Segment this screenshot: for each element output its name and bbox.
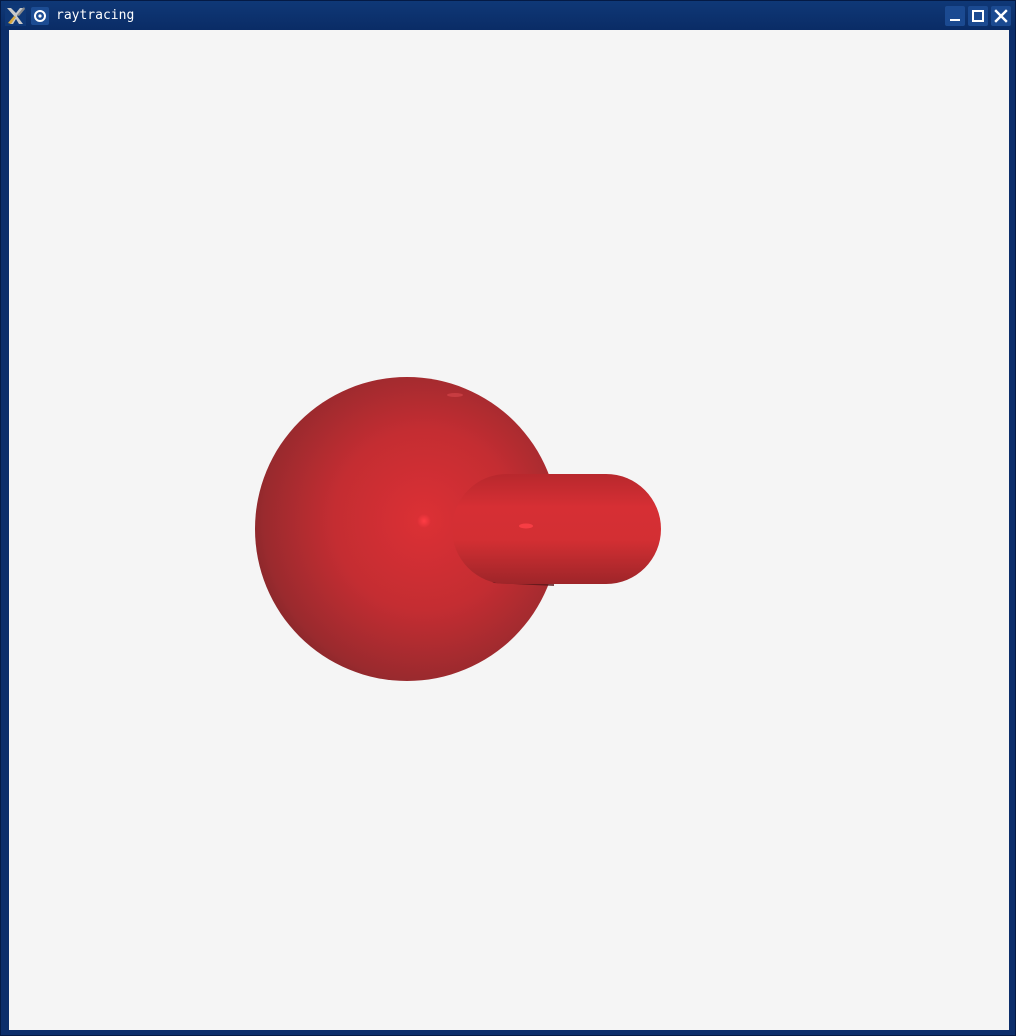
render-canvas[interactable]	[9, 30, 1009, 1030]
app-window: raytracing	[0, 0, 1016, 1036]
window-menu-icon[interactable]	[31, 7, 49, 25]
maximize-button[interactable]	[968, 6, 988, 26]
app-icon[interactable]	[5, 5, 26, 26]
minimize-button[interactable]	[945, 6, 965, 26]
close-icon	[994, 9, 1008, 23]
rendered-scene	[255, 377, 661, 681]
capsule-specular	[519, 523, 533, 529]
window-title: raytracing	[56, 8, 135, 23]
title-bar[interactable]: raytracing	[1, 1, 1015, 30]
minimize-icon	[950, 19, 960, 21]
close-button[interactable]	[991, 6, 1011, 26]
sphere-specular	[417, 514, 431, 528]
sphere-rim-highlight	[447, 393, 463, 397]
maximize-icon	[972, 10, 984, 22]
red-capsule	[452, 474, 661, 584]
